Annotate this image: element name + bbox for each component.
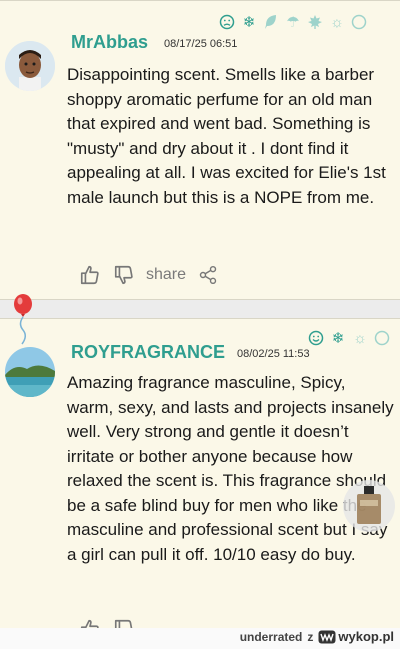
wykop-logo: wykop.pl <box>318 629 394 644</box>
footer-bar: underrated z wykop.pl <box>0 628 400 649</box>
watermark-site: wykop.pl <box>338 629 394 644</box>
review-actions: share <box>78 263 220 287</box>
review-text: Amazing fragrance masculine, Spicy, warm… <box>67 373 394 564</box>
username[interactable]: ROYFRAGRANCE <box>71 342 225 363</box>
review-card: ROYFRAGRANCE 08/02/25 11:53 ❄ ☼ Amazing … <box>0 318 400 639</box>
thumbs-down-icon[interactable] <box>112 263 136 287</box>
night-icon <box>373 329 391 347</box>
review-card: MrAbbas 08/17/25 06:51 ❄ ☂ ☼ Disappointi… <box>0 0 400 300</box>
review-date: 08/02/25 11:53 <box>237 348 310 360</box>
watermark-user: underrated <box>239 629 303 644</box>
review-date: 08/17/25 06:51 <box>164 38 238 50</box>
username[interactable]: MrAbbas <box>71 32 148 53</box>
thumbs-up-icon[interactable] <box>78 263 102 287</box>
maple-leaf-icon <box>306 13 324 31</box>
season-icons: ❄ ☼ <box>307 329 391 347</box>
watermark-separator: z <box>307 629 314 644</box>
leaf-icon <box>262 13 280 31</box>
smile-face-icon <box>307 329 325 347</box>
night-icon <box>350 13 368 31</box>
season-icons: ❄ ☂ ☼ <box>218 13 368 31</box>
share-label[interactable]: share <box>146 266 186 284</box>
balloon-icon <box>14 294 32 345</box>
snowflake-icon: ❄ <box>242 13 256 31</box>
sun-icon: ☼ <box>353 329 367 347</box>
review-text: Disappointing scent. Smells like a barbe… <box>67 65 386 207</box>
sad-face-icon <box>218 13 236 31</box>
share-icon[interactable] <box>196 263 220 287</box>
sun-icon: ☼ <box>330 13 344 31</box>
watermark: underrated z wykop.pl <box>240 629 394 644</box>
umbrella-icon: ☂ <box>286 13 300 31</box>
perfume-bottle-thumbnail[interactable] <box>343 480 395 532</box>
snowflake-icon: ❄ <box>331 329 345 347</box>
avatar[interactable] <box>5 41 55 91</box>
avatar[interactable] <box>5 347 55 397</box>
